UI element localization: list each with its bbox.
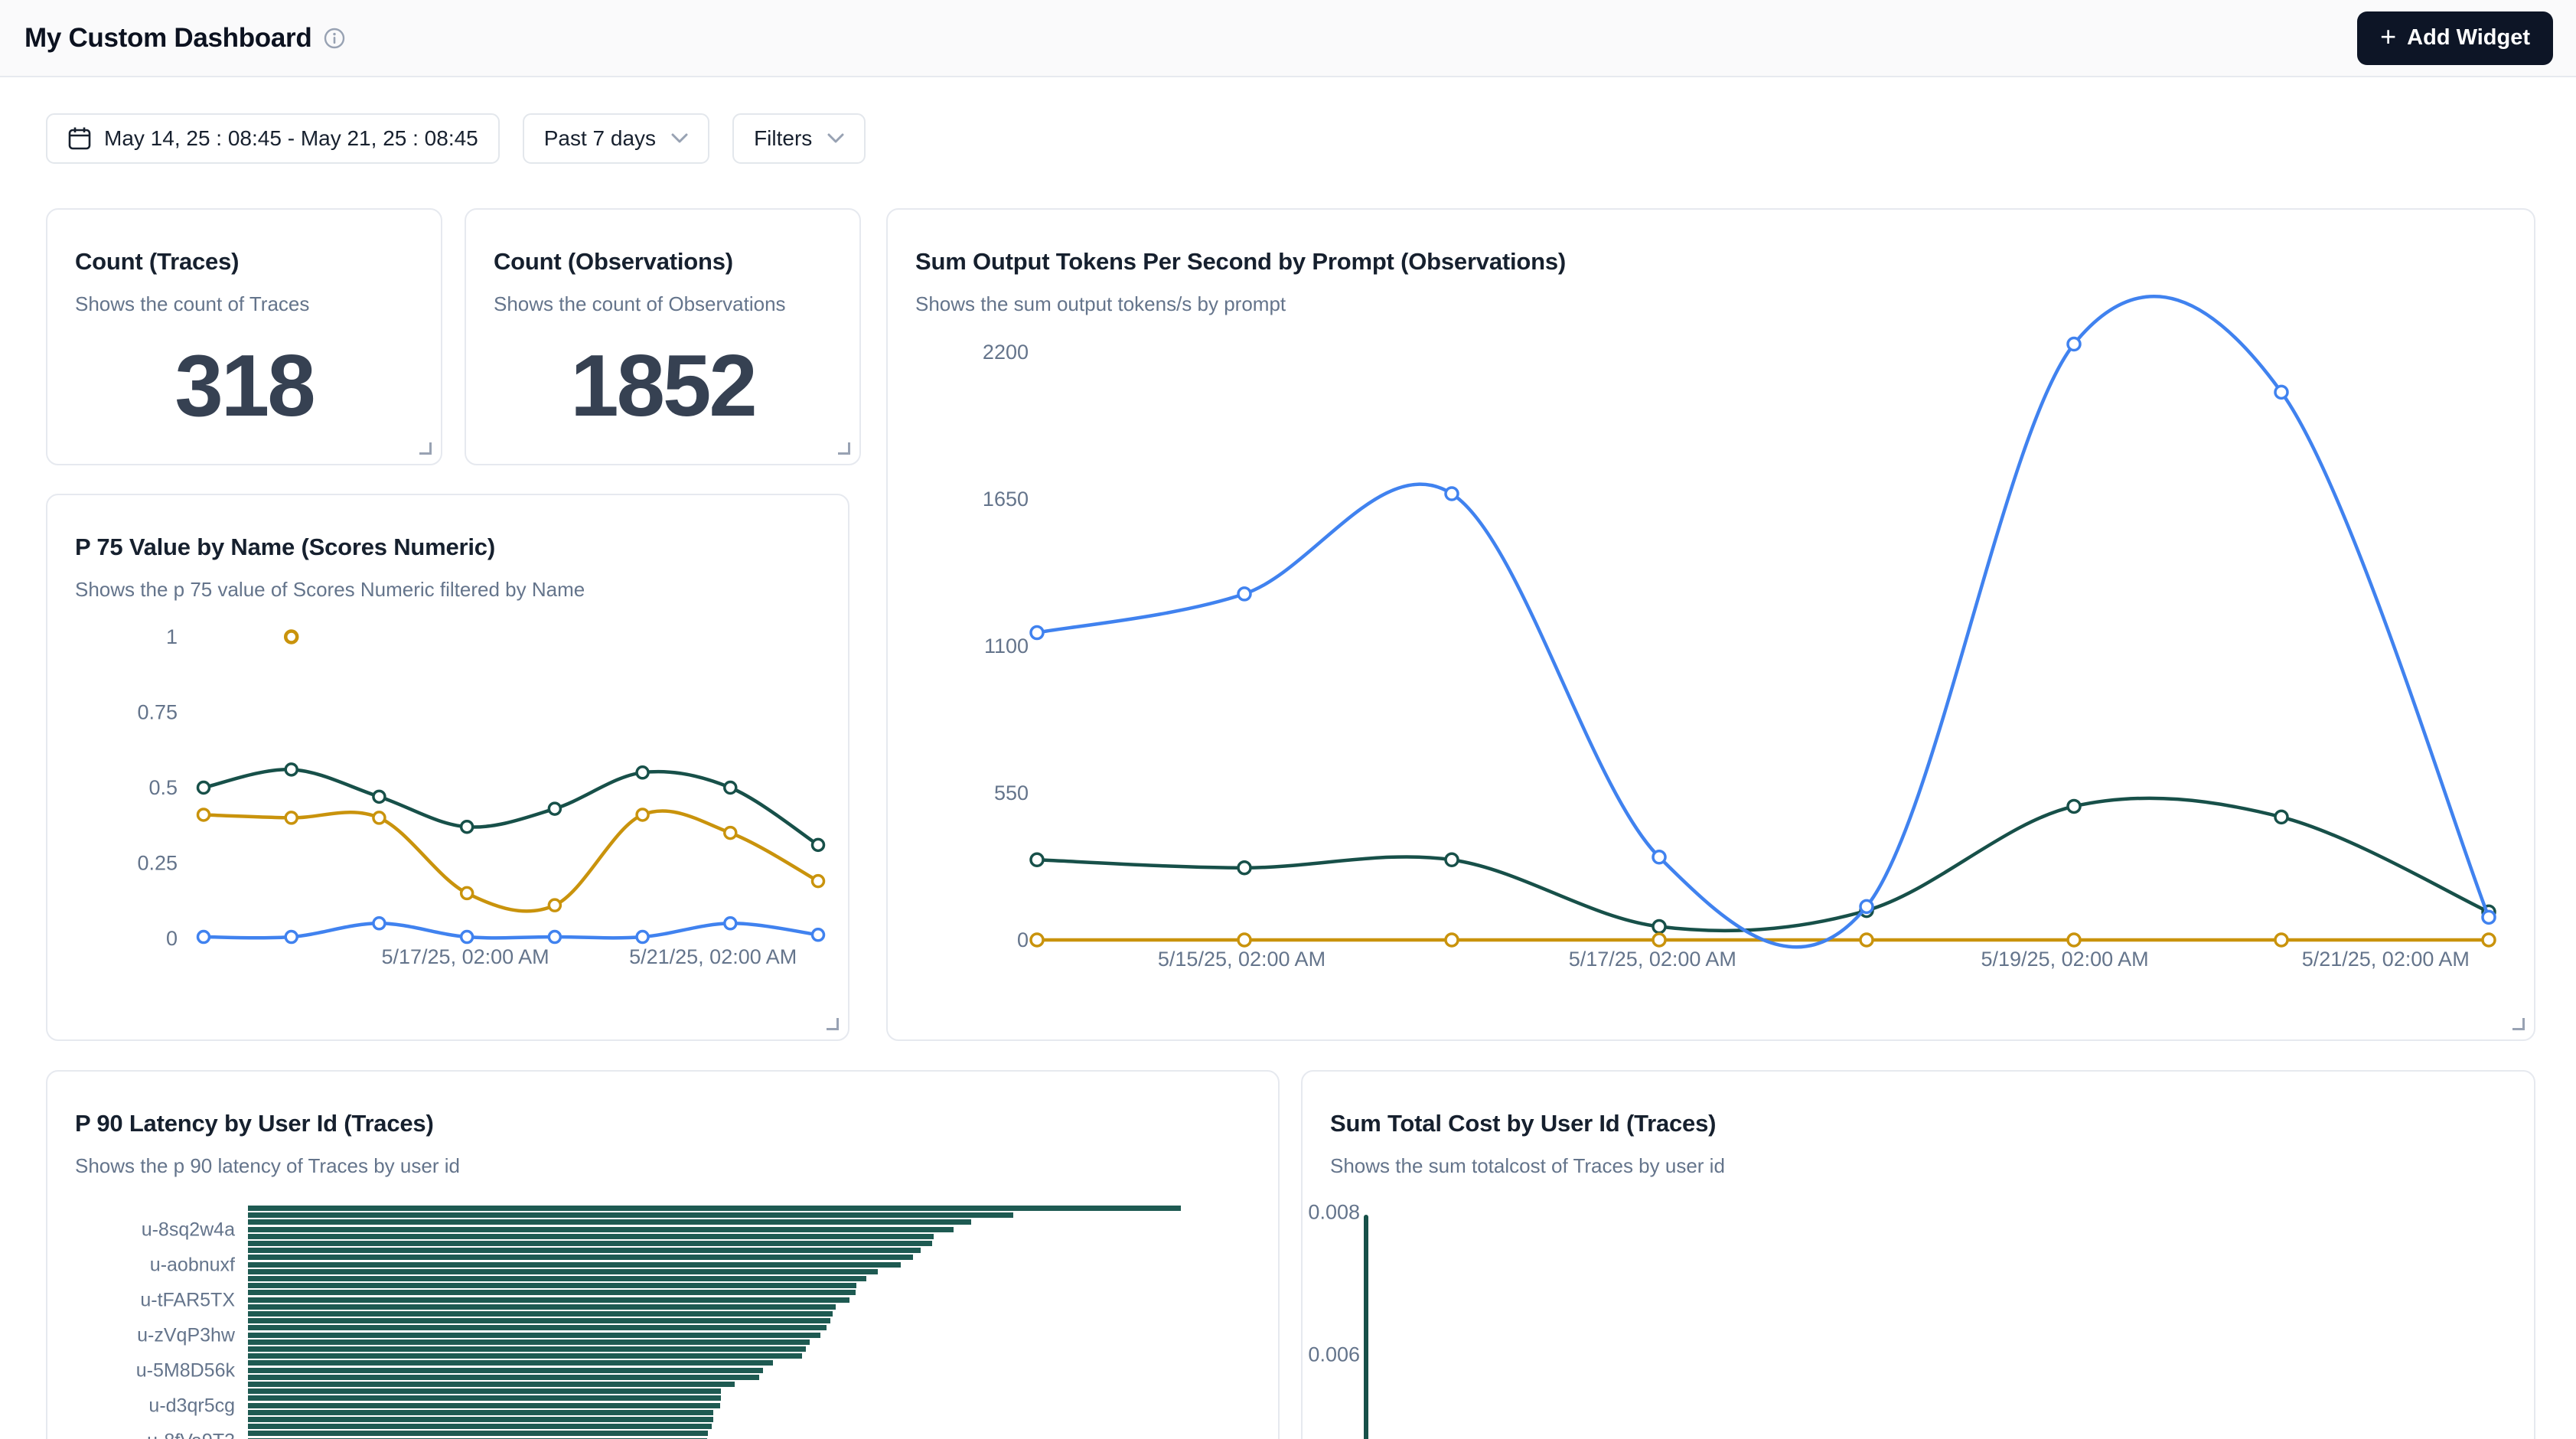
calendar-icon: [67, 126, 92, 152]
filters-button[interactable]: Filters: [732, 113, 866, 164]
latency-bar: [248, 1219, 971, 1225]
resize-handle-icon[interactable]: [2512, 1018, 2525, 1030]
resize-handle-icon[interactable]: [419, 442, 432, 455]
user-id-label: u-aobnuxf: [47, 1255, 235, 1277]
svg-text:1650: 1650: [983, 488, 1029, 511]
latency-bar: [248, 1304, 836, 1310]
widget-count-traces: Count (Traces) Shows the count of Traces…: [46, 208, 442, 465]
add-widget-button[interactable]: + Add Widget: [2357, 11, 2553, 65]
latency-bar: [248, 1360, 773, 1366]
latency-bar: [248, 1227, 954, 1232]
chevron-down-icon: [827, 133, 844, 144]
widget-title: Count (Observations): [494, 248, 832, 276]
latency-bar: [248, 1269, 878, 1274]
widget-p90-latency: P 90 Latency by User Id (Traces) Shows t…: [46, 1070, 1280, 1439]
svg-text:0: 0: [1017, 928, 1029, 951]
latency-bar: [248, 1311, 833, 1317]
filter-bar: May 14, 25 : 08:45 - May 21, 25 : 08:45 …: [46, 113, 866, 164]
latency-bar: [248, 1368, 763, 1373]
latency-bar: [248, 1262, 901, 1268]
widget-title: Sum Output Tokens Per Second by Prompt (…: [915, 248, 2506, 276]
latency-bar: [248, 1276, 866, 1281]
widget-title: Sum Total Cost by User Id (Traces): [1330, 1110, 2506, 1137]
date-range-value: May 14, 25 : 08:45 - May 21, 25 : 08:45: [104, 126, 478, 151]
widget-subtitle: Shows the sum totalcost of Traces by use…: [1330, 1154, 2506, 1178]
cost-bar: [1364, 1215, 1368, 1439]
latency-bar: [248, 1410, 713, 1415]
latency-bar: [248, 1346, 806, 1352]
svg-text:5/17/25, 02:00 AM: 5/17/25, 02:00 AM: [381, 945, 549, 968]
user-id-label: u-5M8D56k: [47, 1360, 235, 1382]
user-id-label: u-8sq2w4a: [47, 1219, 235, 1242]
latency-bar: [248, 1339, 810, 1345]
filters-label: Filters: [754, 126, 812, 151]
widget-title: P 75 Value by Name (Scores Numeric): [75, 534, 820, 561]
latency-bar: [248, 1234, 934, 1239]
svg-text:5/21/25, 02:00 AM: 5/21/25, 02:00 AM: [629, 945, 797, 968]
svg-text:0.5: 0.5: [148, 776, 178, 799]
widget-title: Count (Traces): [75, 248, 413, 276]
chevron-down-icon: [671, 133, 688, 144]
latency-bar: [248, 1248, 921, 1253]
latency-bar: [248, 1290, 856, 1295]
latency-bar: [248, 1241, 932, 1246]
svg-text:1: 1: [166, 625, 178, 648]
widget-count-observations: Count (Observations) Shows the count of …: [465, 208, 861, 465]
latency-bar: [248, 1206, 1181, 1211]
latency-bar: [248, 1283, 856, 1288]
latency-bar: [248, 1255, 913, 1260]
date-range-picker[interactable]: May 14, 25 : 08:45 - May 21, 25 : 08:45: [46, 113, 500, 164]
latency-bar: [248, 1212, 1013, 1218]
latency-bar: [248, 1403, 720, 1408]
svg-text:5/17/25, 02:00 AM: 5/17/25, 02:00 AM: [1569, 948, 1736, 971]
dashboard-page: My Custom Dashboard + Add Widget May: [0, 0, 2576, 1439]
top-bar: My Custom Dashboard + Add Widget: [0, 0, 2576, 77]
svg-text:1100: 1100: [984, 635, 1029, 658]
svg-text:0.25: 0.25: [137, 852, 178, 875]
count-traces-value: 318: [47, 308, 441, 464]
latency-bar: [248, 1395, 721, 1401]
latency-bar: [248, 1417, 713, 1422]
latency-bar: [248, 1353, 802, 1359]
latency-bar: [248, 1375, 759, 1380]
range-preset-value: Past 7 days: [544, 126, 656, 151]
latency-bar: [248, 1318, 830, 1323]
svg-text:5/19/25, 02:00 AM: 5/19/25, 02:00 AM: [1981, 948, 2148, 971]
user-id-label: u-d3qr5cg: [47, 1395, 235, 1418]
widget-tokens-per-second: Sum Output Tokens Per Second by Prompt (…: [886, 208, 2535, 1041]
user-id-label: u-8fVa9T3: [47, 1431, 235, 1439]
widget-subtitle: Shows the p 90 latency of Traces by user…: [75, 1154, 1251, 1178]
resize-handle-icon[interactable]: [827, 1018, 839, 1030]
add-widget-label: Add Widget: [2407, 25, 2530, 51]
latency-bar: [248, 1333, 820, 1338]
svg-text:5/21/25, 02:00 AM: 5/21/25, 02:00 AM: [2302, 948, 2470, 971]
latency-bar: [248, 1388, 721, 1394]
latency-bar: [248, 1382, 735, 1387]
info-icon[interactable]: [324, 28, 345, 49]
range-preset-select[interactable]: Past 7 days: [523, 113, 709, 164]
latency-bar: [248, 1431, 708, 1436]
cost-axis-tick: 0.008: [1303, 1201, 1360, 1225]
widget-subtitle: Shows the p 75 value of Scores Numeric f…: [75, 578, 820, 602]
tokens-line-chart: 0 550 1100 1650 2200 5/15/25, 02:00 AM 5/17/25…: [888, 210, 2534, 1039]
user-id-label: u-tFAR5TX: [47, 1290, 235, 1312]
latency-bar: [248, 1325, 827, 1330]
latency-bar: [248, 1424, 712, 1429]
widget-subtitle: Shows the sum output tokens/s by prompt: [915, 292, 2506, 316]
widget-title: P 90 Latency by User Id (Traces): [75, 1110, 1251, 1137]
plus-icon: +: [2380, 23, 2396, 51]
svg-text:0: 0: [166, 927, 178, 950]
latency-bar: [248, 1297, 849, 1303]
svg-text:2200: 2200: [983, 341, 1029, 364]
user-id-label: u-zVqP3hw: [47, 1325, 235, 1347]
count-observations-value: 1852: [466, 308, 859, 464]
page-title: My Custom Dashboard: [24, 23, 311, 54]
resize-handle-icon[interactable]: [838, 442, 850, 455]
cost-axis-tick: 0.006: [1303, 1343, 1360, 1367]
widget-p75-scores: P 75 Value by Name (Scores Numeric) Show…: [46, 494, 849, 1041]
svg-text:550: 550: [994, 781, 1029, 804]
svg-text:0.75: 0.75: [137, 701, 178, 724]
widget-sum-cost: Sum Total Cost by User Id (Traces) Shows…: [1301, 1070, 2535, 1439]
svg-text:5/15/25, 02:00 AM: 5/15/25, 02:00 AM: [1158, 948, 1325, 971]
